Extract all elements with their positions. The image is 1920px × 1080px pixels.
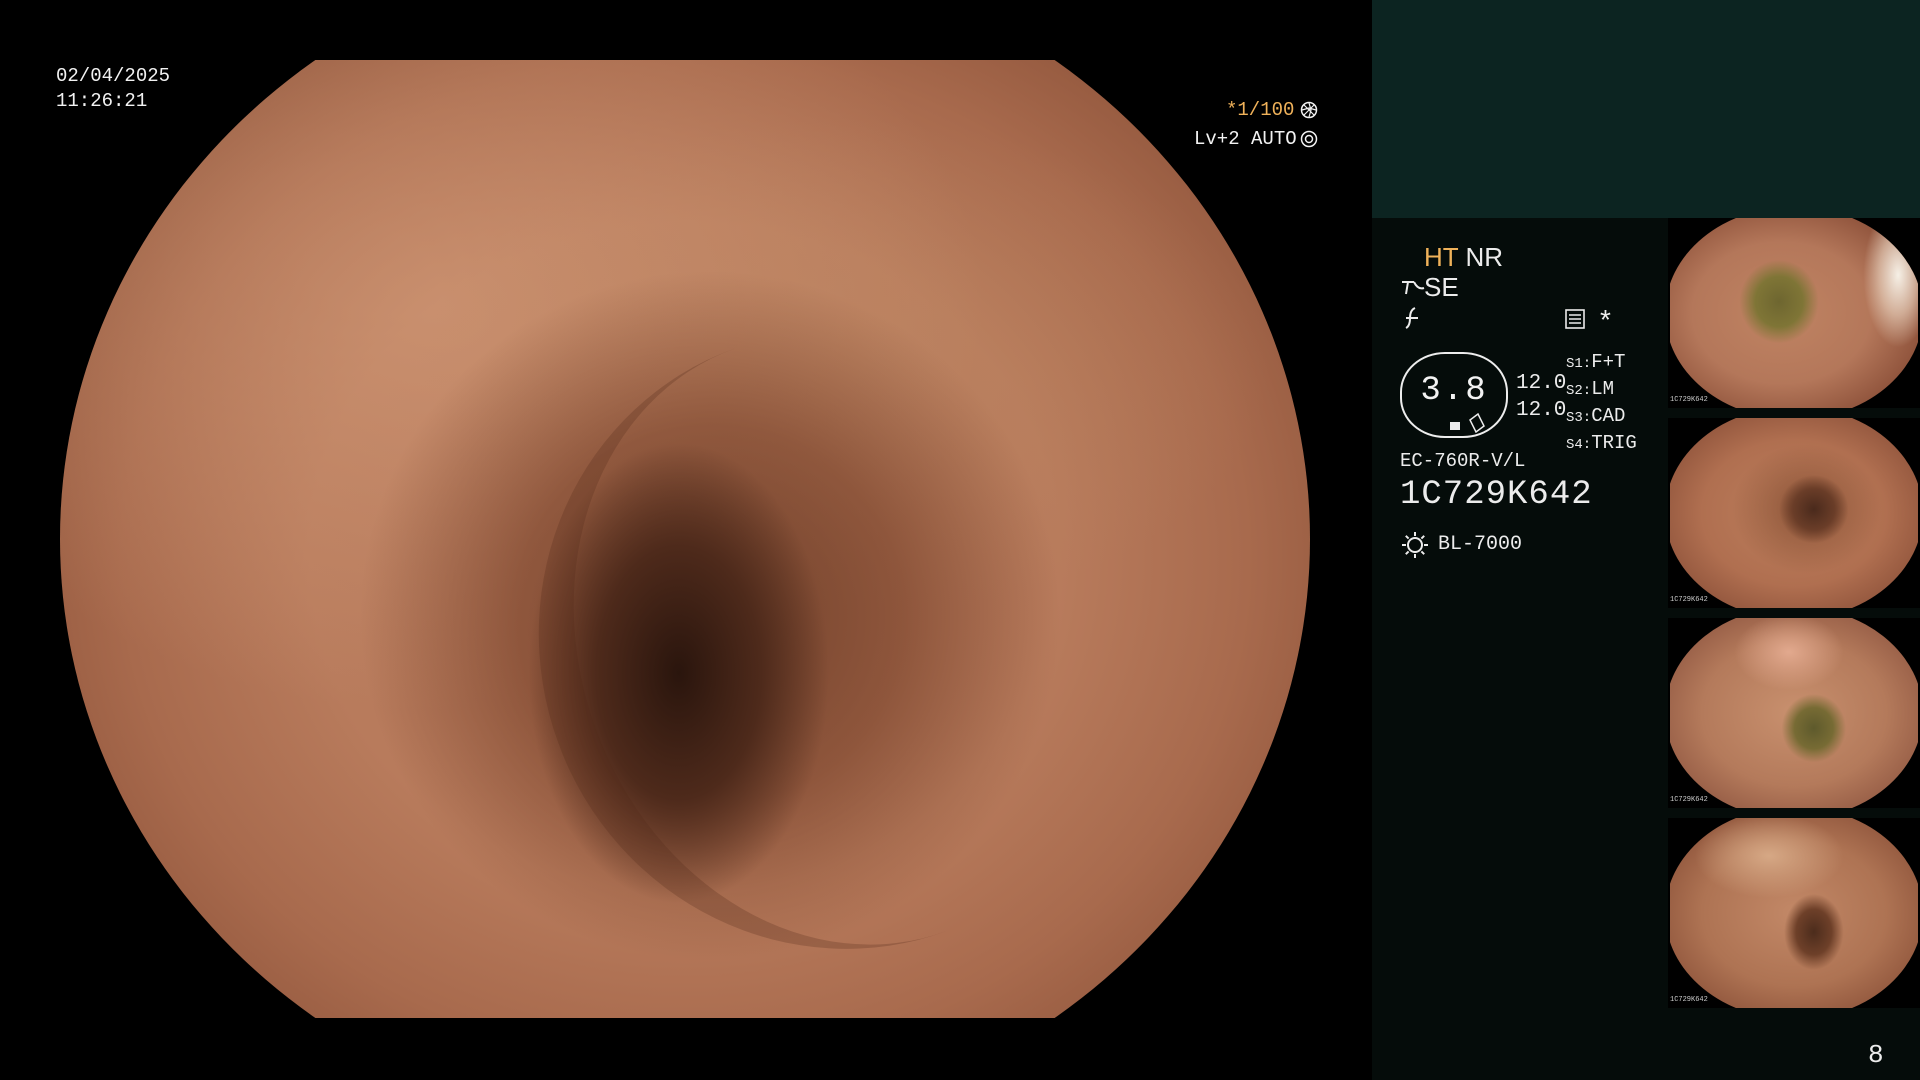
switch-setting-3: S3:CAD	[1566, 405, 1626, 427]
captured-image-thumbnail[interactable]: 1C729K642	[1668, 818, 1920, 1008]
color-mode-icon	[1402, 306, 1422, 330]
light-source-icon	[1400, 530, 1430, 560]
iris-mode: Lv+2 AUTO	[1194, 128, 1297, 150]
thumbnail-image	[1670, 418, 1918, 608]
time-display: 11:26:21	[56, 90, 148, 112]
switch-setting-2: S2:LM	[1566, 378, 1615, 400]
captured-image-thumbnail[interactable]: 1C729K642	[1668, 618, 1920, 808]
zoom-value: 3.8	[1420, 372, 1488, 410]
page-number: 8	[1868, 1040, 1884, 1070]
switch-setting-1: S1:F+T	[1566, 351, 1626, 373]
memo-icon	[1564, 308, 1586, 330]
enhancement-labels: HT NR	[1424, 242, 1503, 273]
thumbnail-image	[1670, 818, 1918, 1008]
nr-label: NR	[1465, 242, 1503, 272]
value-1: 12.0	[1516, 372, 1567, 395]
structure-enhancement-icon	[1400, 276, 1426, 298]
asterisk-mark: *	[1600, 304, 1611, 335]
date-display: 02/04/2025	[56, 65, 171, 87]
thumbnail-label: 1C729K642	[1670, 396, 1708, 404]
light-source-model: BL-7000	[1438, 533, 1523, 556]
captured-image-thumbnail[interactable]: 1C729K642	[1668, 418, 1920, 608]
se-label: SE	[1424, 272, 1459, 302]
zoom-indicator: 3.8	[1400, 352, 1508, 438]
side-panel-header	[1372, 0, 1920, 218]
zoom-marker	[1450, 422, 1460, 430]
value-2: 12.0	[1516, 399, 1567, 422]
thumbnail-image	[1670, 618, 1918, 808]
switch-setting-4: S4:TRIG	[1566, 432, 1637, 454]
captured-image-thumbnail[interactable]: 1C729K642	[1668, 218, 1920, 408]
zoom-lens-icon	[1468, 412, 1486, 434]
endoscope-main-view	[60, 60, 1310, 1018]
thumbnail-label: 1C729K642	[1670, 796, 1708, 804]
thumbnail-label: 1C729K642	[1670, 596, 1708, 604]
serial-number: 1C729K642	[1400, 476, 1593, 514]
iris-icon	[1300, 101, 1318, 119]
light-mode-icon	[1300, 130, 1318, 148]
thumbnail-label: 1C729K642	[1670, 996, 1708, 1004]
shutter-speed: *1/100	[1226, 99, 1295, 121]
ht-label: HT	[1424, 242, 1459, 272]
switch-settings: S1:F+T S2:LM S3:CAD S4:TRIG	[1566, 350, 1637, 458]
scope-model: EC-760R-V/L	[1400, 450, 1526, 472]
thumbnail-image	[1670, 218, 1918, 408]
